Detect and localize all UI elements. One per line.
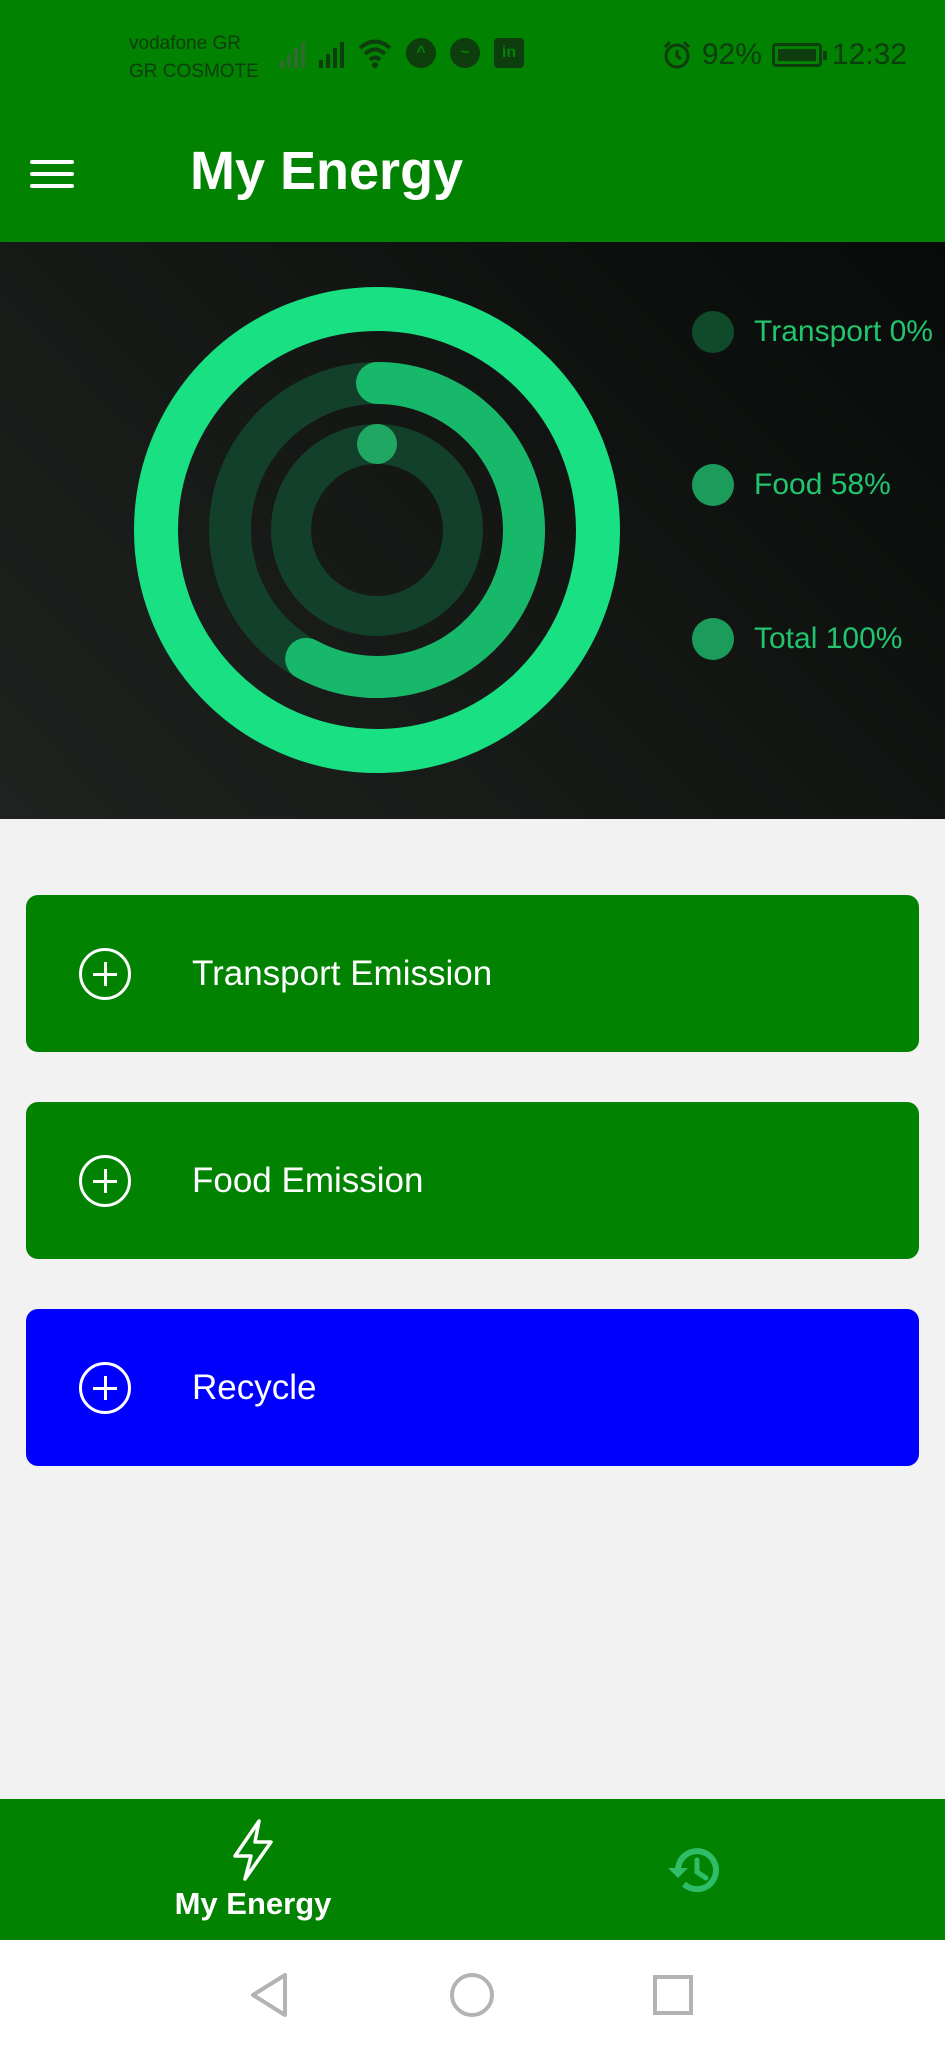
bottom-navigation: My Energy [0, 1799, 945, 1940]
recycle-button[interactable]: Recycle [26, 1309, 919, 1466]
signal-icon [280, 38, 305, 68]
alarm-icon [663, 40, 690, 69]
legend-dot [692, 618, 734, 660]
battery-icon [771, 43, 827, 67]
lightning-bolt-icon [233, 1818, 273, 1881]
home-icon[interactable] [447, 1970, 497, 2020]
recents-icon[interactable] [648, 1970, 698, 2020]
carrier-1: vodafone GR [129, 33, 241, 54]
history-icon [668, 1847, 719, 1892]
status-right: 92% 12:32 [662, 38, 907, 72]
legend-dot [692, 311, 734, 353]
action-label: Food Emission [192, 1160, 424, 1200]
main-content: Transport Emission Food Emission Recycle [0, 819, 945, 1799]
page-title: My Energy [190, 141, 464, 201]
back-icon[interactable] [245, 1970, 295, 2020]
legend-label: Transport 0% [754, 315, 933, 348]
legend-item-transport: Transport 0% [692, 311, 933, 353]
nav-item-my-energy[interactable]: My Energy [17, 1799, 489, 1940]
nav-item-history[interactable] [458, 1799, 930, 1940]
messenger-icon: ~ [450, 38, 480, 68]
wifi-icon [358, 39, 392, 68]
app-notification-icon: ^ [406, 38, 436, 68]
battery-percent: 92% [701, 38, 762, 71]
carrier-2: GR COSMOTE [129, 61, 259, 82]
action-label: Transport Emission [192, 953, 493, 993]
legend-label: Total 100% [754, 622, 903, 655]
legend-dot [692, 464, 734, 506]
legend-label: Food 58% [754, 468, 891, 501]
app-bar: My Energy [0, 110, 945, 242]
nav-label: My Energy [174, 1885, 332, 1921]
ring-transport [357, 424, 397, 464]
status-bar: vodafone GR GR COSMOTE ^ ~ in 92% 12:32 [0, 0, 945, 110]
legend-item-total: Total 100% [692, 618, 902, 660]
system-navigation-bar [0, 1940, 945, 2048]
action-label: Recycle [192, 1367, 317, 1407]
food-emission-button[interactable]: Food Emission [26, 1102, 919, 1259]
legend-item-food: Food 58% [692, 464, 891, 506]
status-icons: ^ ~ in [280, 38, 524, 68]
ring-food [285, 362, 545, 698]
carrier-names: vodafone GR GR COSMOTE [129, 30, 259, 86]
signal-icon [319, 38, 344, 68]
add-circle-icon [79, 1154, 131, 1207]
energy-ring-chart: Transport 0% Food 58% Total 100% [0, 242, 945, 819]
add-circle-icon [79, 1361, 131, 1414]
clock: 12:32 [831, 38, 907, 71]
ring-track-transport [271, 424, 483, 636]
add-circle-icon [79, 947, 131, 1000]
hamburger-menu-icon[interactable] [28, 154, 76, 194]
ring-chart-svg [134, 287, 620, 773]
linkedin-icon: in [494, 38, 524, 68]
transport-emission-button[interactable]: Transport Emission [26, 895, 919, 1052]
